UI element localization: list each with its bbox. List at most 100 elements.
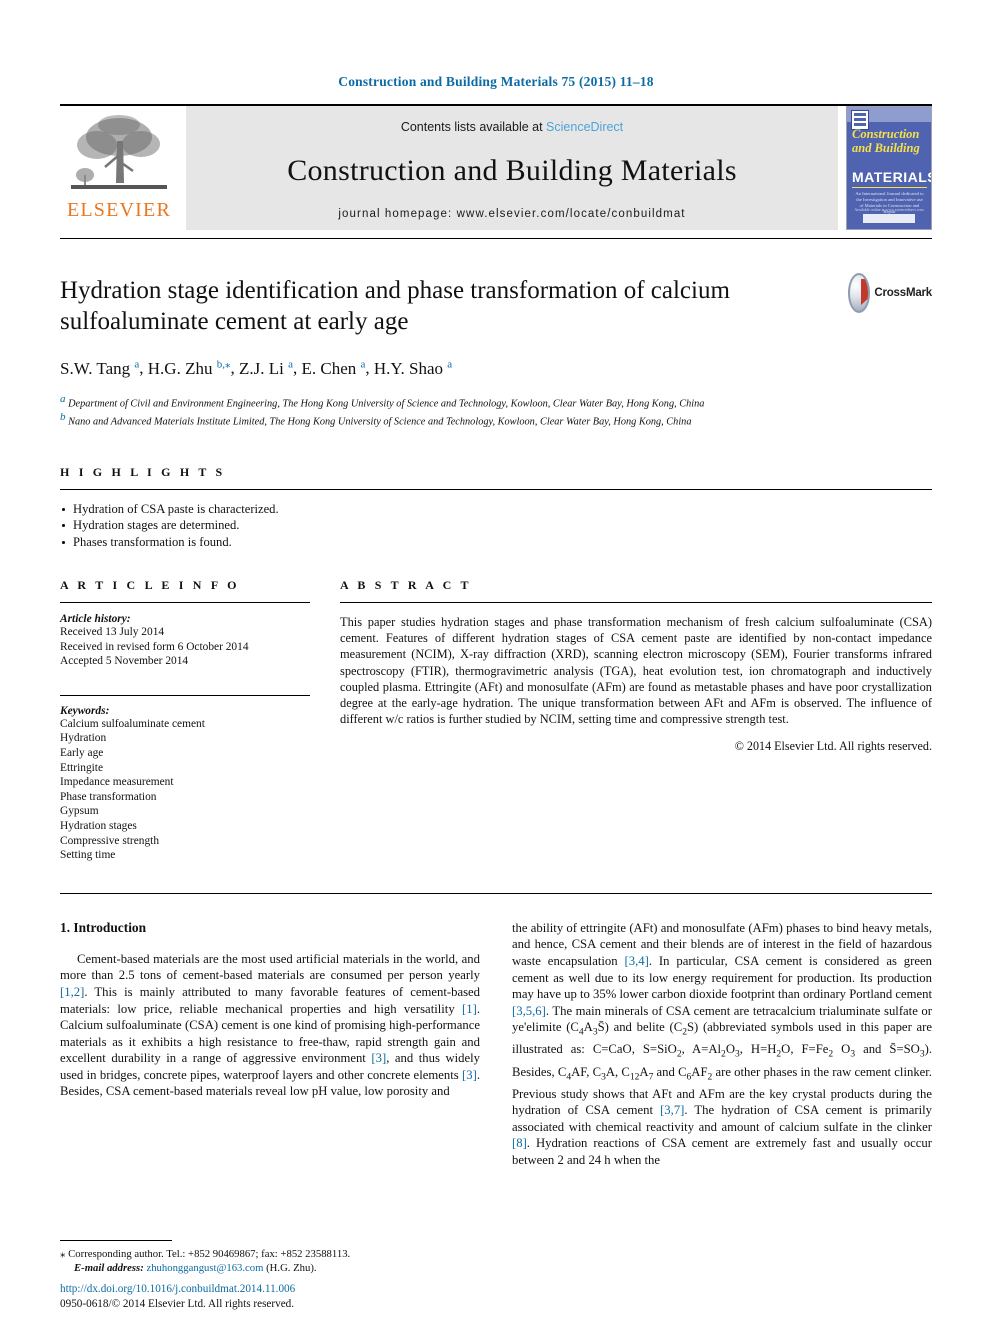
masthead-center: Contents lists available at ScienceDirec… [186, 106, 838, 230]
keyword-item: Phase transformation [60, 790, 157, 803]
elsevier-logo: ELSEVIER [60, 106, 178, 230]
running-head: Construction and Building Materials 75 (… [338, 74, 654, 89]
reference-link[interactable]: [8] [512, 1136, 527, 1150]
abstract-column: A B S T R A C T This paper studies hydra… [340, 578, 932, 863]
highlights-section: H I G H L I G H T S Hydration of CSA pas… [60, 465, 932, 551]
keyword-item: Gypsum [60, 805, 99, 818]
keyword-item: Hydration stages [60, 819, 137, 832]
reference-link[interactable]: [1,2] [60, 985, 84, 999]
text-run: and C [653, 1064, 687, 1079]
email-link[interactable]: zhuhonggangust@163.com [146, 1262, 263, 1274]
affiliation-item: b Nano and Advanced Materials Institute … [60, 410, 692, 427]
abstract-text: This paper studies hydration stages and … [340, 615, 932, 727]
paragraph: the ability of ettringite (AFt) and mono… [512, 920, 932, 1169]
text-run: A [583, 1020, 593, 1035]
doi-block: http://dx.doi.org/10.1016/j.conbuildmat.… [60, 1282, 490, 1311]
abstract-rule [340, 602, 932, 603]
affiliation-item: a Department of Civil and Environment En… [60, 392, 705, 410]
cover-footer-label: Available online at www.sciencedirect.co… [854, 207, 924, 212]
doi-link[interactable]: http://dx.doi.org/10.1016/j.conbuildmat.… [60, 1282, 490, 1297]
history-item: Accepted 5 November 2014 [60, 655, 189, 668]
journal-homepage-link[interactable]: journal homepage: www.elsevier.com/locat… [186, 208, 838, 220]
author-item: S.W. Tang a [60, 358, 140, 378]
author-list: S.W. Tang a, H.G. Zhu b,⁎, Z.J. Li a, E.… [60, 358, 453, 378]
email-owner: (H.G. Zhu). [266, 1262, 317, 1274]
reference-link[interactable]: [1] [462, 1002, 477, 1016]
keyword-item: Impedance measurement [60, 776, 174, 789]
author-item: Z.J. Li a [238, 358, 293, 378]
text-run: A [639, 1064, 649, 1079]
page-title: Hydration stage identification and phase… [60, 277, 730, 335]
list-item: Hydration stages are determined. [60, 517, 932, 534]
text-run: , H=H [739, 1042, 777, 1057]
sciencedirect-link[interactable]: ScienceDirect [546, 120, 623, 134]
cover-title: Construction and Building [852, 127, 927, 155]
cover-title-line1: Construction [852, 127, 920, 141]
crossmark-badge[interactable]: CrossMark [848, 271, 932, 315]
cover-footer-bar [863, 214, 915, 223]
issn-copyright-line: 0950-0618/© 2014 Elsevier Ltd. All right… [60, 1297, 295, 1310]
chemical-subscript: 12 [629, 1072, 640, 1083]
email-label: E-mail address: [74, 1262, 144, 1274]
elsevier-tree-icon [67, 111, 171, 199]
corresponding-author-note: ⁎ Corresponding author. Tel.: +852 90469… [60, 1247, 490, 1261]
keyword-item: Compressive strength [60, 834, 160, 847]
footnote-block: ⁎ Corresponding author. Tel.: +852 90469… [60, 1240, 490, 1275]
body-columns: 1. Introduction Cement-based materials a… [60, 920, 932, 1169]
keyword-item: Ettringite [60, 761, 104, 774]
text-run: Cement-based materials are the most used… [60, 951, 480, 983]
keyword-item: Hydration [60, 732, 107, 745]
section-heading-introduction: 1. Introduction [60, 919, 147, 935]
keyword-item: Setting time [60, 849, 116, 862]
highlights-rule [60, 488, 932, 490]
crossmark-label: CrossMark [874, 287, 932, 299]
affiliation-text: Nano and Advanced Materials Institute Li… [68, 416, 692, 427]
text-run: O [833, 1042, 851, 1057]
body-column-right: the ability of ettringite (AFt) and mono… [512, 920, 932, 1169]
body-divider [60, 892, 932, 894]
reference-link[interactable]: [3] [462, 1068, 477, 1082]
corresponding-text: Corresponding author. Tel.: +852 9046986… [68, 1248, 351, 1260]
journal-title: Construction and Building Materials [287, 154, 737, 187]
text-run: . Hydration reactions of CSA cement are … [512, 1136, 932, 1168]
article-header: CrossMark Hydration stage identification… [60, 239, 932, 429]
reference-link[interactable]: [3,4] [625, 954, 649, 968]
body-column-left: 1. Introduction Cement-based materials a… [60, 920, 480, 1169]
text-run: AF [691, 1064, 708, 1079]
elsevier-wordmark: ELSEVIER [66, 199, 172, 221]
keywords-block: Keywords: Calcium sulfoaluminate cement … [60, 705, 310, 863]
reference-link[interactable]: [3] [371, 1051, 386, 1065]
article-history-label: Article history: [60, 613, 131, 625]
text-run: O [725, 1042, 735, 1057]
keywords-label: Keywords: [60, 704, 110, 717]
text-run: AF, C [571, 1064, 602, 1079]
crossmark-icon [848, 273, 871, 313]
keyword-item: Calcium sulfoaluminate cement [60, 717, 205, 730]
article-history-block: Article history: Received 13 July 2014 R… [60, 613, 310, 669]
history-item: Received 13 July 2014 [60, 626, 165, 638]
paper-page: Construction and Building Materials 75 (… [0, 0, 992, 1323]
highlights-list: Hydration of CSA paste is characterized.… [60, 501, 932, 551]
history-item: Received in revised form 6 October 2014 [60, 640, 249, 653]
email-note: E-mail address: zhuhonggangust@163.com (… [60, 1261, 490, 1275]
keyword-item: Early age [60, 746, 104, 759]
reference-link[interactable]: [3,7] [660, 1103, 684, 1117]
text-run: , A=Al [681, 1042, 722, 1057]
list-item: Phases transformation is found. [60, 534, 932, 551]
article-info-heading: A R T I C L E I N F O [60, 578, 240, 592]
contents-available-line: Contents lists available at ScienceDirec… [186, 120, 838, 134]
keywords-divider [60, 694, 310, 696]
contents-prefix: Contents lists available at [400, 120, 547, 134]
reference-link[interactable]: [3,5,6] [512, 1004, 546, 1018]
abstract-heading: A B S T R A C T [340, 578, 472, 592]
author-item: E. Chen a [301, 358, 366, 378]
info-abstract-row: A R T I C L E I N F O Article history: R… [60, 578, 932, 863]
journal-cover-thumbnail: Construction and Building MATERIALS An I… [846, 106, 932, 230]
abstract-copyright: © 2014 Elsevier Ltd. All rights reserved… [734, 739, 932, 754]
journal-masthead: ELSEVIER Contents lists available at Sci… [60, 104, 932, 230]
cover-title-line2: and Building [852, 141, 920, 155]
text-run: O, F=Fe [781, 1042, 829, 1057]
affiliation-text: Department of Civil and Environment Engi… [68, 398, 705, 410]
author-item: H.G. Zhu b,⁎ [147, 358, 231, 378]
article-info-rule [60, 602, 310, 603]
